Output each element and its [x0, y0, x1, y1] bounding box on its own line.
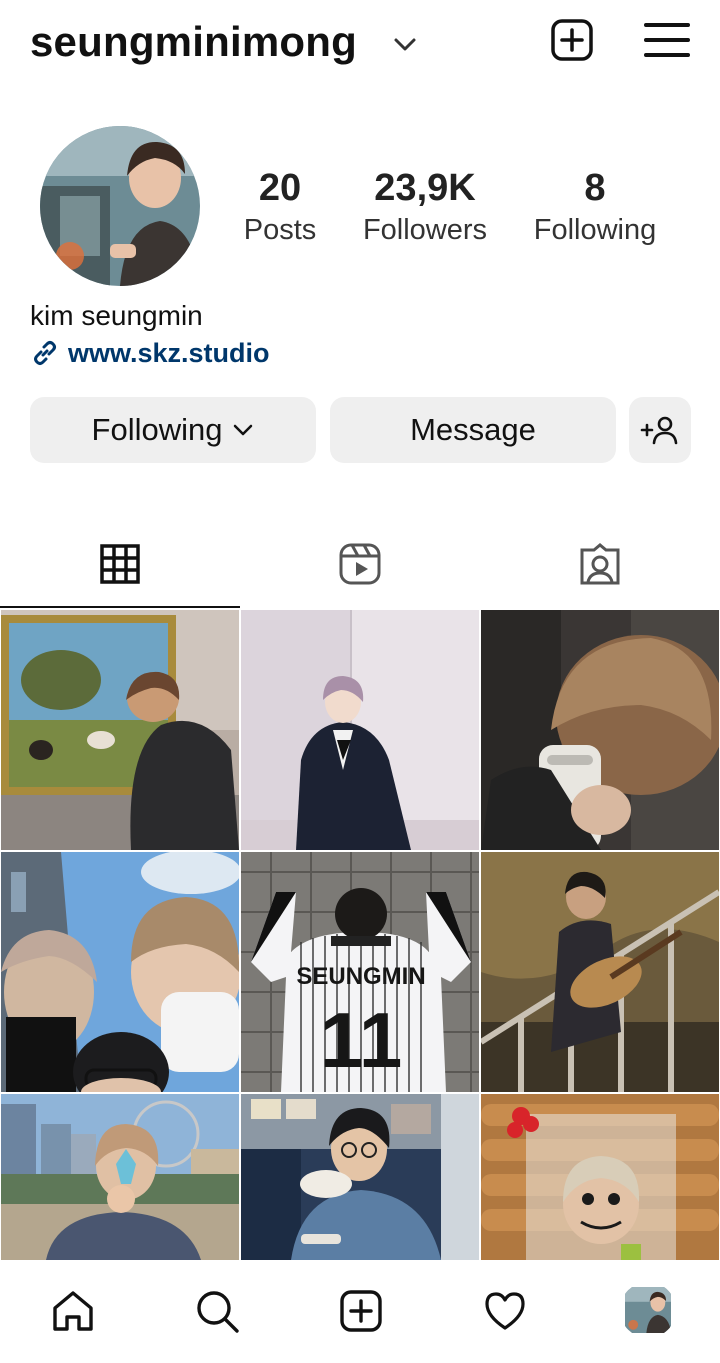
home-icon — [53, 1291, 93, 1331]
following-label: Following — [533, 214, 657, 246]
nav-home[interactable] — [48, 1286, 98, 1336]
post-thumbnail[interactable] — [241, 610, 479, 850]
add-user-icon — [640, 416, 678, 445]
tab-reels[interactable] — [240, 520, 480, 608]
post-thumbnail[interactable] — [481, 610, 719, 850]
create-post-icon[interactable] — [550, 18, 594, 62]
profile-username[interactable]: seungminimong — [30, 18, 357, 66]
grid-icon — [100, 544, 140, 584]
jersey-number-text: 11 — [320, 996, 402, 1084]
post-thumbnail[interactable] — [481, 1094, 719, 1260]
following-button-label: Following — [91, 412, 223, 447]
search-icon — [197, 1291, 239, 1333]
profile-avatar[interactable] — [40, 126, 200, 286]
reels-icon — [339, 543, 381, 585]
nav-profile-avatar[interactable] — [620, 1282, 676, 1338]
followers-label: Followers — [362, 214, 488, 246]
top-header: seungminimong — [0, 0, 720, 90]
nav-search[interactable] — [192, 1286, 242, 1336]
following-button[interactable]: Following — [30, 397, 316, 463]
profile-link[interactable]: www.skz.studio — [30, 336, 270, 370]
post-thumbnail[interactable] — [481, 852, 719, 1092]
post-thumbnail[interactable] — [1, 610, 239, 850]
create-icon — [340, 1290, 382, 1332]
link-icon — [34, 341, 56, 365]
suggested-users-button[interactable] — [629, 397, 691, 463]
message-button-label: Message — [410, 412, 536, 447]
tab-tagged[interactable] — [480, 520, 720, 608]
stat-followers[interactable]: 23,9K Followers — [350, 166, 500, 250]
stat-following[interactable]: 8 Following — [525, 166, 665, 250]
following-count: 8 — [584, 167, 606, 209]
stat-posts[interactable]: 20 Posts — [230, 166, 330, 250]
active-tab-indicator — [0, 606, 240, 608]
hamburger-menu-icon[interactable] — [644, 20, 690, 60]
profile-tabs — [0, 520, 720, 610]
nav-create[interactable] — [336, 1286, 386, 1336]
nav-activity[interactable] — [480, 1286, 530, 1336]
jersey-name-text: SEUNGMIN — [296, 963, 425, 990]
post-thumbnail[interactable]: SEUNGMIN 11 — [241, 852, 479, 1092]
posts-count: 20 — [258, 167, 302, 209]
chevron-down-icon — [234, 424, 253, 436]
profile-link-text[interactable]: www.skz.studio — [68, 338, 270, 369]
bottom-navigation — [0, 1260, 720, 1363]
profile-display-name: kim seungmin — [30, 300, 203, 331]
chevron-down-icon[interactable] — [392, 34, 418, 54]
tab-posts-grid[interactable] — [0, 520, 240, 608]
followers-count: 23,9K — [374, 167, 476, 209]
post-thumbnail[interactable] — [1, 852, 239, 1092]
post-thumbnail[interactable] — [1, 1094, 239, 1260]
heart-icon — [485, 1292, 525, 1330]
posts-label: Posts — [243, 214, 317, 246]
post-thumbnail[interactable] — [241, 1094, 479, 1260]
tagged-icon — [580, 543, 620, 585]
posts-grid: SEUNGMIN 11 — [0, 610, 720, 1260]
message-button[interactable]: Message — [330, 397, 616, 463]
